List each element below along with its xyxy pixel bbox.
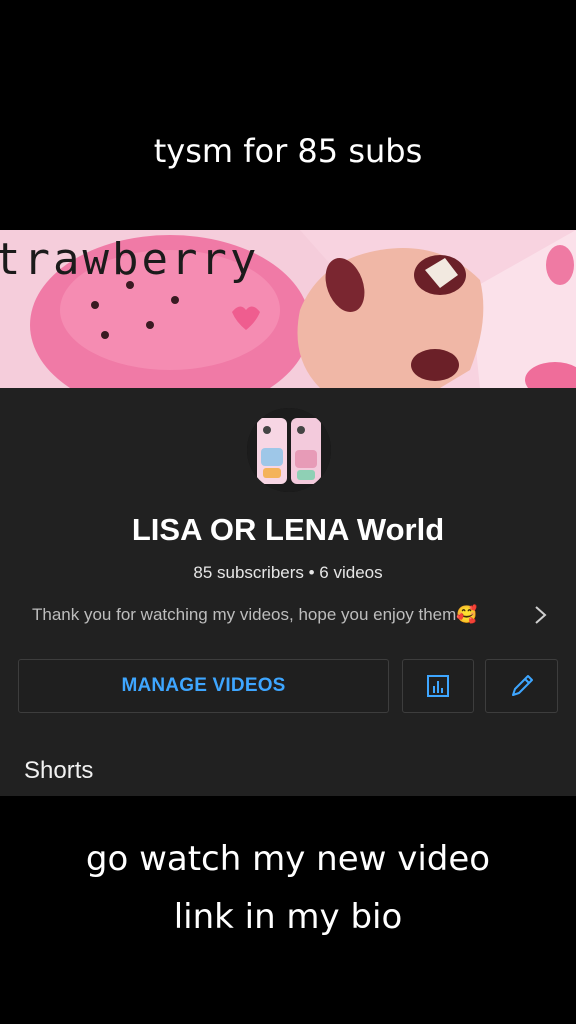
edit-channel-button[interactable]: [485, 659, 558, 713]
avatar-image: [247, 408, 331, 492]
analytics-button[interactable]: [402, 659, 474, 713]
manage-videos-button[interactable]: MANAGE VIDEOS: [18, 659, 389, 713]
channel-avatar[interactable]: [247, 408, 331, 492]
channel-name: LISA OR LENA World: [131, 512, 445, 547]
channel-stats: 85 subscribers • 6 videos: [193, 563, 383, 582]
channel-description-row[interactable]: Thank you for watching my videos, hope y…: [32, 602, 552, 628]
pencil-icon: [511, 675, 533, 696]
shorts-section-title: Shorts: [24, 757, 94, 784]
channel-description: Thank you for watching my videos, hope y…: [32, 605, 478, 624]
bottom-caption-line-2: link in my bio: [173, 897, 403, 937]
chevron-right-icon: [535, 606, 547, 624]
top-caption: tysm for 85 subs: [153, 132, 423, 170]
banner-text: trawberry: [0, 234, 260, 285]
bottom-caption-line-1: go watch my new video: [85, 839, 491, 879]
analytics-icon: [427, 675, 449, 697]
bottom-caption: go watch my new video link in my bio: [0, 830, 576, 946]
channel-banner: trawberry: [0, 230, 576, 388]
